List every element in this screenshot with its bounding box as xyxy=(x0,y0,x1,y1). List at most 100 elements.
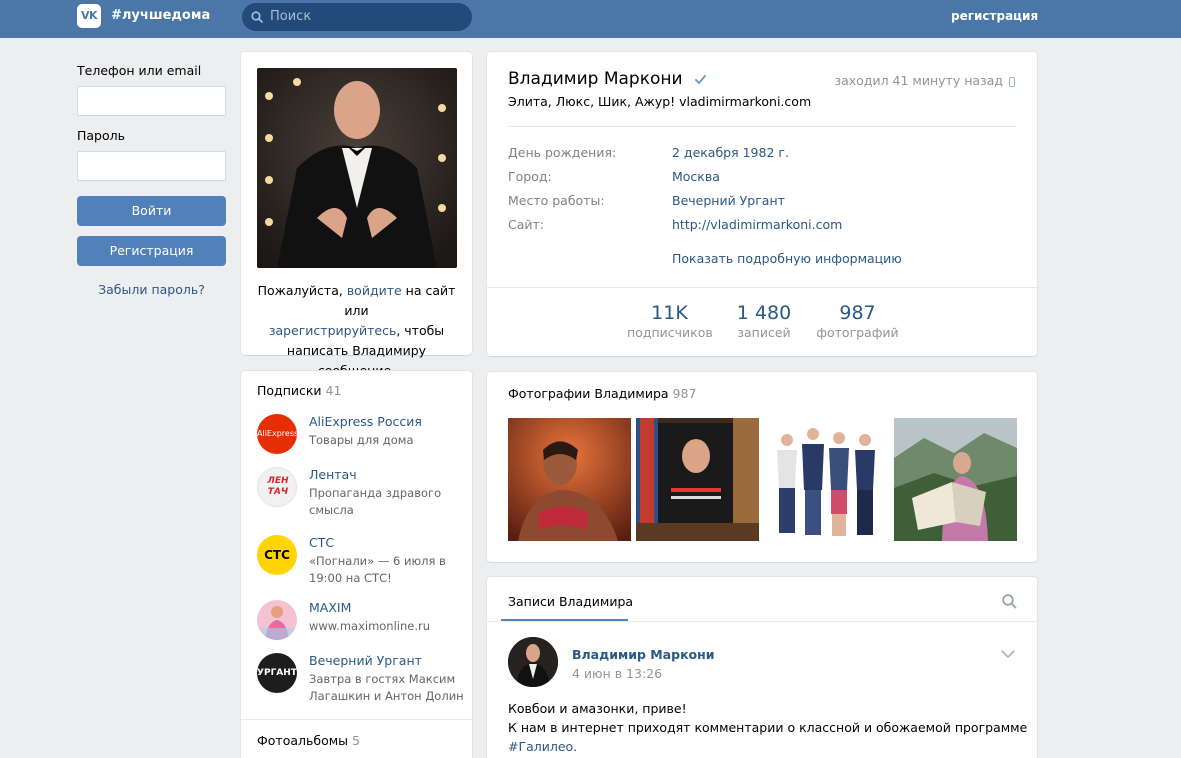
tab-wall-posts[interactable]: Записи Владимира xyxy=(508,594,633,609)
subscription-name[interactable]: СТС xyxy=(309,535,334,550)
vk-logo-icon[interactable]: VK xyxy=(77,4,101,28)
password-label: Пароль xyxy=(77,128,125,143)
subscription-desc: Товары для дома xyxy=(309,433,414,447)
photos-title[interactable]: Фотографии Владимира 987 xyxy=(508,386,696,401)
login-prompt: Пожалуйста, войдите на сайт или зарегист… xyxy=(249,281,464,381)
birthday-value[interactable]: 2 декабря 1982 г. xyxy=(672,145,789,160)
header-register-link[interactable]: регистрация xyxy=(951,9,1038,23)
profile-card: Владимир Маркони Элита, Люкс, Шик, Ажур!… xyxy=(487,52,1037,356)
photos-title-count: 987 xyxy=(672,386,697,401)
profile-divider xyxy=(508,126,1017,127)
subscription-name[interactable]: Лентач xyxy=(309,467,357,482)
phone-input[interactable] xyxy=(77,86,226,116)
lentach-avatar: ЛЕН ТАЧ xyxy=(257,467,297,507)
show-more-info-link[interactable]: Показать подробную информацию xyxy=(672,251,902,266)
phone-label: Телефон или email xyxy=(77,63,202,78)
city-label: Город: xyxy=(508,169,552,184)
work-value[interactable]: Вечерний Ургант xyxy=(672,193,785,208)
photos-count: 987 xyxy=(839,302,876,324)
wall-search-icon[interactable] xyxy=(1002,594,1017,609)
subscription-item-sts[interactable]: СТС СТС «Погнали» — 6 июля в 19:00 на СТ… xyxy=(257,535,457,591)
sts-logo-text: СТС xyxy=(264,548,290,562)
verified-icon[interactable] xyxy=(694,73,707,86)
forgot-password-link[interactable]: Забыли пароль? xyxy=(77,282,226,297)
sts-avatar: СТС xyxy=(257,535,297,575)
prompt-login-link[interactable]: войдите xyxy=(347,283,402,298)
subscription-desc: Пропаганда здравого смысла xyxy=(309,486,442,517)
lentach-logo-text: ЛЕН ТАЧ xyxy=(267,476,289,497)
photo-3-image xyxy=(765,418,888,541)
followers-count: 11K xyxy=(651,302,688,324)
urgant-avatar: УРГАНТ xyxy=(257,653,297,693)
subscription-name[interactable]: AliExpress Россия xyxy=(309,414,422,429)
prompt-text-3: , чтобы xyxy=(396,323,445,338)
photos-counter[interactable]: 987 фотографий xyxy=(815,302,900,340)
photo-1-image xyxy=(508,418,631,541)
post-text-line-2: К нам в интернет приходят комментарии о … xyxy=(508,720,1028,735)
posts-count: 1 480 xyxy=(736,302,792,324)
post-avatar-image xyxy=(508,637,558,687)
chevron-down-icon[interactable] xyxy=(1001,650,1015,658)
wall-divider xyxy=(487,621,1037,622)
login-button[interactable]: Войти xyxy=(77,196,226,226)
post-author-name[interactable]: Владимир Маркони xyxy=(572,647,715,662)
albums-count: 5 xyxy=(352,733,360,748)
photo-4-image xyxy=(894,418,1017,541)
photo-2-image xyxy=(636,418,759,541)
profile-status: Элита, Люкс, Шик, Ажур! vladimirmarkoni.… xyxy=(508,94,812,109)
photos-card: Фотографии Владимира 987 xyxy=(487,372,1037,562)
posts-label: записей xyxy=(737,325,791,340)
register-button[interactable]: Регистрация xyxy=(77,236,226,266)
avatar-card: Пожалуйста, войдите на сайт или зарегист… xyxy=(241,52,472,378)
post-author-avatar[interactable] xyxy=(508,637,558,687)
subscription-item-urgant[interactable]: УРГАНТ Вечерний Ургант Завтра в гостях М… xyxy=(257,653,464,709)
photo-thumbnail[interactable] xyxy=(508,418,631,541)
city-value[interactable]: Москва xyxy=(672,169,720,184)
subscriptions-title[interactable]: Подписки 41 xyxy=(257,383,341,398)
search-icon xyxy=(251,11,263,23)
header-hashtag[interactable]: #лучшедома xyxy=(111,8,210,23)
subscription-item-aliexpress[interactable]: AliExpress AliExpress Россия Товары для … xyxy=(257,414,457,458)
top-header: VK #лучшедома Поиск регистрация xyxy=(0,0,1181,38)
posts-counter[interactable]: 1 480 записей xyxy=(724,302,804,340)
prompt-register-link[interactable]: зарегистрируйтесь xyxy=(269,323,397,338)
urgant-logo-text: УРГАНТ xyxy=(257,668,297,678)
photo-thumbnail[interactable] xyxy=(765,418,888,541)
subscription-item-lentach[interactable]: ЛЕН ТАЧ Лентач Пропаганда здравого смысл… xyxy=(257,467,457,523)
site-label: Сайт: xyxy=(508,217,545,232)
subscription-desc: «Погнали» — 6 июля в 19:00 на СТС! xyxy=(309,554,446,585)
subscription-name[interactable]: Вечерний Ургант xyxy=(309,653,422,668)
password-input[interactable] xyxy=(77,151,226,181)
post-date[interactable]: 4 июн в 13:26 xyxy=(572,666,662,681)
site-value[interactable]: http://vladimirmarkoni.com xyxy=(672,217,842,232)
profile-name-text: Владимир Маркони xyxy=(508,69,683,89)
maxim-avatar-image xyxy=(257,600,297,640)
avatar-photo xyxy=(257,68,457,268)
wall-card: Записи Владимира Владимир Маркони 4 июн … xyxy=(487,577,1037,758)
photos-label: фотографий xyxy=(816,325,899,340)
maxim-avatar xyxy=(257,600,297,640)
photo-thumbnail[interactable] xyxy=(636,418,759,541)
photo-thumbnail[interactable] xyxy=(894,418,1017,541)
search-input[interactable]: Поиск xyxy=(242,3,472,31)
photos-title-text: Фотографии Владимира xyxy=(508,386,669,401)
birthday-label: День рождения: xyxy=(508,145,617,160)
subscriptions-title-text: Подписки xyxy=(257,383,322,398)
profile-avatar[interactable] xyxy=(257,68,457,268)
online-status: заходил 41 минуту назад xyxy=(834,73,1015,88)
followers-counter[interactable]: 11K подписчиков xyxy=(627,302,713,340)
subscriptions-divider xyxy=(241,719,472,720)
subscription-name[interactable]: MAXIM xyxy=(309,600,351,615)
prompt-text-1: Пожалуйста, xyxy=(257,283,347,298)
subscription-item-maxim[interactable]: MAXIM www.maximonline.ru xyxy=(257,600,457,644)
subscriptions-count: 41 xyxy=(325,383,342,398)
aliexpress-avatar: AliExpress xyxy=(257,414,297,454)
albums-title[interactable]: Фотоальбомы 5 xyxy=(257,733,360,748)
online-status-text: заходил 41 минуту назад xyxy=(834,73,1003,88)
post-hashtag-link[interactable]: #Галилео. xyxy=(508,739,577,754)
mobile-phone-icon xyxy=(1009,76,1015,87)
subscriptions-card: Подписки 41 AliExpress AliExpress Россия … xyxy=(241,371,472,758)
subscription-desc: www.maximonline.ru xyxy=(309,619,431,633)
work-label: Место работы: xyxy=(508,193,605,208)
search-placeholder: Поиск xyxy=(270,9,312,24)
